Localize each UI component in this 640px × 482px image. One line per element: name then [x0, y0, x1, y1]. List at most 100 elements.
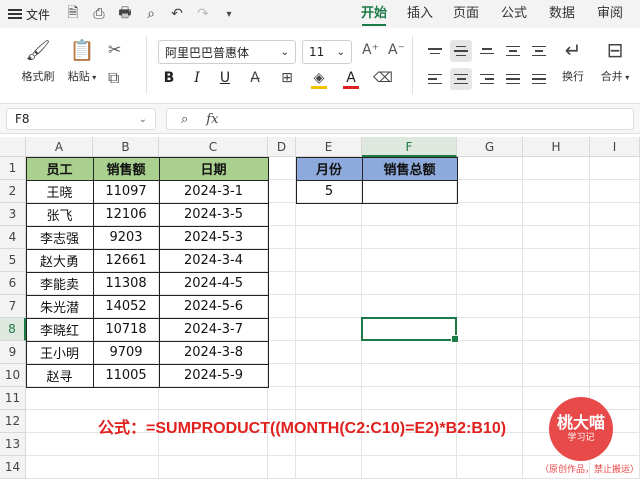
column-header-d[interactable]: D	[268, 137, 296, 157]
distribute-icon[interactable]	[528, 68, 550, 90]
align-left-icon[interactable]	[424, 68, 446, 90]
table-cell[interactable]: 2024-3-5	[159, 203, 268, 226]
select-all-corner[interactable]	[0, 137, 26, 157]
row-header-13[interactable]: 13	[0, 433, 26, 456]
bold-icon[interactable]: B	[160, 70, 178, 86]
merge-button[interactable]: ⊟ 合并 ▾	[596, 38, 634, 84]
table-cell[interactable]: 2024-3-8	[159, 341, 268, 364]
table-cell[interactable]: 10718	[93, 318, 159, 341]
table-cell[interactable]: 李志强	[26, 226, 93, 249]
table-header-cell[interactable]: 销售额	[93, 157, 159, 180]
row-header-10[interactable]: 10	[0, 364, 26, 387]
strikethrough-icon[interactable]: A̶	[244, 70, 266, 86]
table-cell[interactable]: 2024-3-1	[159, 180, 268, 203]
italic-icon[interactable]: I	[188, 70, 206, 86]
row-header-1[interactable]: 1	[0, 157, 26, 180]
cut-icon[interactable]: ✂	[108, 40, 121, 59]
table-cell[interactable]: 11005	[93, 364, 159, 387]
row-header-5[interactable]: 5	[0, 249, 26, 272]
row-header-2[interactable]: 2	[0, 180, 26, 203]
column-header-h[interactable]: H	[523, 137, 590, 157]
print-icon[interactable]: 🖶	[116, 2, 134, 26]
table-cell[interactable]: 赵大勇	[26, 249, 93, 272]
column-header-i[interactable]: I	[590, 137, 640, 157]
align-right-icon[interactable]	[476, 68, 498, 90]
fx-icon[interactable]: fx	[206, 112, 218, 127]
wrap-text-button[interactable]: ↵ 换行	[556, 38, 590, 84]
tab-home[interactable]: 开始	[350, 0, 398, 28]
borders-icon[interactable]: ⊞	[276, 70, 298, 86]
table-cell[interactable]: 9203	[93, 226, 159, 249]
column-header-a[interactable]: A	[26, 137, 93, 157]
month-header-cell[interactable]: 月份	[296, 157, 362, 180]
table-cell[interactable]: 9709	[93, 341, 159, 364]
decrease-font-icon[interactable]: A⁻	[388, 42, 405, 58]
format-painter-button[interactable]: 🖌 格式刷	[18, 38, 58, 84]
file-menu[interactable]: 文件	[8, 6, 50, 23]
print-preview-icon[interactable]: ⌕	[142, 6, 160, 22]
row-header-3[interactable]: 3	[0, 203, 26, 226]
formula-input[interactable]: ⌕ fx	[166, 108, 634, 130]
font-name-select[interactable]: 阿里巴巴普惠体 ⌄	[158, 40, 296, 64]
table-cell[interactable]: 王晓	[26, 180, 93, 203]
increase-font-icon[interactable]: A⁺	[362, 42, 379, 58]
row-header-12[interactable]: 12	[0, 410, 26, 433]
table-cell[interactable]: 张飞	[26, 203, 93, 226]
table-header-cell[interactable]: 员工	[26, 157, 93, 180]
row-header-11[interactable]: 11	[0, 387, 26, 410]
row-header-8[interactable]: 8	[0, 318, 26, 341]
table-cell[interactable]: 2024-5-6	[159, 295, 268, 318]
table-cell[interactable]: 12661	[93, 249, 159, 272]
column-header-c[interactable]: C	[159, 137, 268, 157]
table-cell[interactable]: 14052	[93, 295, 159, 318]
indent-decrease-icon[interactable]	[502, 40, 524, 62]
export-pdf-icon[interactable]: ⎙	[90, 6, 108, 22]
row-header-9[interactable]: 9	[0, 341, 26, 364]
selected-cell[interactable]	[361, 317, 459, 343]
tab-page[interactable]: 页面	[442, 0, 490, 28]
column-header-g[interactable]: G	[457, 137, 523, 157]
table-cell[interactable]: 11308	[93, 272, 159, 295]
align-middle-icon[interactable]	[450, 40, 472, 62]
clear-format-icon[interactable]: ⌫	[372, 70, 394, 86]
table-cell[interactable]: 李能卖	[26, 272, 93, 295]
underline-icon[interactable]: U	[216, 70, 234, 86]
table-cell[interactable]: 11097	[93, 180, 159, 203]
table-cell[interactable]: 2024-3-7	[159, 318, 268, 341]
tab-insert[interactable]: 插入	[398, 0, 442, 28]
row-header-4[interactable]: 4	[0, 226, 26, 249]
font-size-select[interactable]: 11 ⌄	[302, 40, 352, 64]
column-header-b[interactable]: B	[93, 137, 159, 157]
font-color-icon[interactable]: A	[340, 70, 362, 89]
table-header-cell[interactable]: 日期	[159, 157, 268, 180]
align-bottom-icon[interactable]	[476, 40, 498, 62]
table-cell[interactable]: 12106	[93, 203, 159, 226]
fill-color-icon[interactable]: ◈	[308, 70, 330, 89]
zoom-search-icon[interactable]: ⌕	[181, 112, 188, 127]
table-cell[interactable]: 2024-3-4	[159, 249, 268, 272]
undo-icon[interactable]: ↶	[168, 6, 186, 22]
tab-review[interactable]: 审阅	[586, 0, 634, 28]
table-cell[interactable]: 王小明	[26, 341, 93, 364]
sales-total-result-cell[interactable]	[362, 180, 457, 203]
row-header-7[interactable]: 7	[0, 295, 26, 318]
more-dropdown-icon[interactable]: ▾	[220, 9, 238, 20]
paste-button[interactable]: 📋 粘贴 ▾	[64, 38, 100, 84]
redo-icon[interactable]: ↷	[194, 6, 212, 22]
table-cell[interactable]: 赵寻	[26, 364, 93, 387]
justify-icon[interactable]	[502, 68, 524, 90]
table-cell[interactable]: 2024-5-9	[159, 364, 268, 387]
table-cell[interactable]: 朱光潜	[26, 295, 93, 318]
month-input-cell[interactable]: 5	[296, 180, 362, 203]
copy-icon[interactable]: ⧉	[108, 68, 119, 88]
align-top-icon[interactable]	[424, 40, 446, 62]
table-cell[interactable]: 2024-5-3	[159, 226, 268, 249]
tab-data[interactable]: 数据	[538, 0, 586, 28]
column-header-e[interactable]: E	[296, 137, 362, 157]
name-box[interactable]: F8 ⌄	[6, 108, 156, 130]
column-header-f[interactable]: F	[362, 137, 457, 157]
table-cell[interactable]: 李晓红	[26, 318, 93, 341]
tab-formulas[interactable]: 公式	[490, 0, 538, 28]
row-header-6[interactable]: 6	[0, 272, 26, 295]
sales-total-header-cell[interactable]: 销售总额	[362, 157, 457, 180]
